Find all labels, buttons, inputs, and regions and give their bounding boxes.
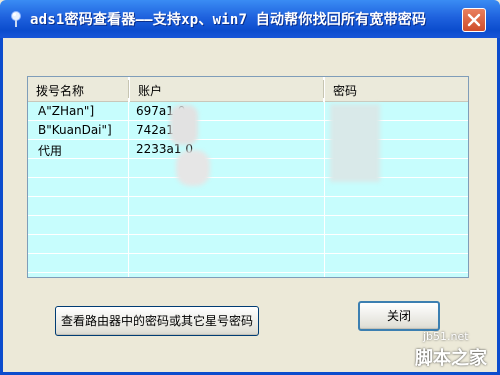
redaction-blur xyxy=(330,104,380,182)
column-header-label: 账户 xyxy=(138,84,163,98)
column-header-label: 密码 xyxy=(333,84,358,98)
redaction-blur xyxy=(176,150,210,186)
close-icon xyxy=(467,13,481,27)
column-header-dial-name[interactable]: 拨号名称 xyxy=(28,77,128,102)
empty-row xyxy=(28,197,468,216)
empty-row xyxy=(28,216,468,235)
list-body: A"ZHan"] 697a1 0 B"KuanDai"] 742a1 0 代用 … xyxy=(28,102,468,277)
table-row[interactable]: A"ZHan"] 697a1 0 xyxy=(28,102,468,121)
table-row[interactable]: B"KuanDai"] 742a1 0 xyxy=(28,121,468,140)
empty-row xyxy=(28,235,468,254)
empty-row xyxy=(28,178,468,197)
table-row[interactable]: 代用 2233a1 0 xyxy=(28,140,468,159)
site-watermark: jb51.net 脚本之家 xyxy=(393,330,498,372)
window-title: ads1密码查看器——支持xp、win7 自动帮你找回所有宽带密码 xyxy=(30,12,427,28)
column-header-password[interactable]: 密码 xyxy=(325,77,468,102)
close-button[interactable]: 关闭 xyxy=(358,301,440,331)
row-dial-name: A"ZHan"] xyxy=(38,104,95,118)
app-window: ads1密码查看器——支持xp、win7 自动帮你找回所有宽带密码 拨号名称 账… xyxy=(0,0,500,375)
column-header-label: 拨号名称 xyxy=(36,84,85,98)
window-close-button[interactable] xyxy=(462,8,486,32)
row-dial-name: 代用 xyxy=(38,144,63,158)
row-dial-name: B"KuanDai"] xyxy=(38,123,112,137)
watermark-url: jb51.net xyxy=(423,330,469,343)
password-list[interactable]: 拨号名称 账户 密码 A"ZHan"] 697a1 0 B"KuanDai"] … xyxy=(27,76,469,278)
empty-row xyxy=(28,159,468,178)
grid-line xyxy=(324,102,325,277)
title-bar[interactable]: ads1密码查看器——支持xp、win7 自动帮你找回所有宽带密码 xyxy=(0,0,500,38)
watermark-name: 脚本之家 xyxy=(415,348,487,369)
window-border-left xyxy=(0,38,3,375)
grid-line xyxy=(128,102,129,277)
redaction-blur xyxy=(170,105,198,145)
column-header-account[interactable]: 账户 xyxy=(130,77,323,102)
empty-row xyxy=(28,254,468,273)
pin-icon xyxy=(11,11,21,27)
view-router-password-button[interactable]: 查看路由器中的密码或其它星号密码 xyxy=(55,306,259,336)
